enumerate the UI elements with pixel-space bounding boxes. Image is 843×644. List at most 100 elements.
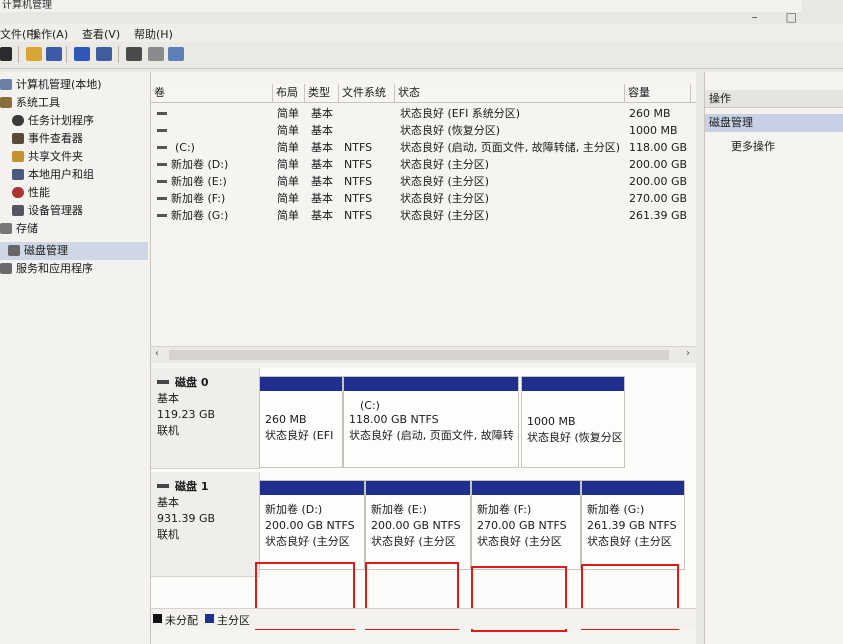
partition-e[interactable]: 新加卷 (E:) 200.00 GB NTFS 状态良好 (主分区 bbox=[365, 480, 471, 570]
volume-icon bbox=[157, 129, 167, 132]
legend: 未分配 主分区 bbox=[151, 608, 696, 629]
menu-help[interactable]: 帮助(H) bbox=[134, 26, 173, 42]
tree-item-storage[interactable]: 存储 bbox=[0, 220, 38, 238]
scroll-left-icon[interactable]: ‹ bbox=[155, 348, 159, 359]
table-row[interactable]: 简单 基本 状态良好 (EFI 系统分区) 260 MB bbox=[151, 106, 696, 122]
scrollbar-thumb[interactable] bbox=[169, 350, 669, 360]
partition-f[interactable]: 新加卷 (F:) 270.00 GB NTFS 状态良好 (主分区 bbox=[471, 480, 581, 570]
performance-icon bbox=[12, 187, 24, 198]
table-row[interactable]: 新加卷 (D:) 简单 基本 NTFS 状态良好 (主分区) 200.00 GB bbox=[151, 157, 696, 173]
menu-view[interactable]: 查看(V) bbox=[82, 26, 120, 42]
column-layout[interactable]: 布局 bbox=[273, 84, 305, 102]
partition-bar bbox=[344, 377, 518, 391]
horizontal-scrollbar[interactable]: ‹ › bbox=[151, 346, 696, 363]
table-row[interactable]: 新加卷 (F:) 简单 基本 NTFS 状态良好 (主分区) 270.00 GB bbox=[151, 191, 696, 207]
show-hide-tree-icon[interactable] bbox=[46, 47, 62, 61]
disk-management-pane: 卷 布局 类型 文件系统 状态 容量 简单 基本 状态良好 (EFI 系统分区)… bbox=[151, 72, 696, 644]
window-controls: –□ bbox=[752, 10, 825, 24]
navigation-tree: 计算机管理(本地) 系统工具 任务计划程序 事件查看器 共享文件夹 本地用户和组… bbox=[0, 72, 151, 644]
partition-g[interactable]: 新加卷 (G:) 261.39 GB NTFS 状态良好 (主分区 bbox=[581, 480, 685, 570]
details-icon[interactable] bbox=[168, 47, 184, 61]
tree-item-event-viewer[interactable]: 事件查看器 bbox=[12, 130, 83, 148]
legend-primary: 主分区 bbox=[217, 614, 250, 627]
column-capacity[interactable]: 容量 bbox=[625, 84, 691, 102]
tree-item-device-manager[interactable]: 设备管理器 bbox=[12, 202, 83, 220]
storage-icon bbox=[0, 223, 12, 234]
help-icon[interactable] bbox=[74, 47, 90, 61]
disk-kind: 基本 bbox=[157, 496, 179, 509]
shared-folder-icon bbox=[12, 151, 24, 162]
volume-icon bbox=[157, 197, 167, 200]
volume-icon bbox=[157, 163, 167, 166]
partition-c[interactable]: (C:) 118.00 GB NTFS 状态良好 (启动, 页面文件, 故障转 bbox=[343, 376, 519, 468]
partition-recovery[interactable]: 1000 MB 状态良好 (恢复分区 bbox=[521, 376, 625, 468]
disk-state: 联机 bbox=[157, 528, 179, 541]
actions-pane: 操作 磁盘管理 更多操作 bbox=[704, 72, 843, 644]
tools-icon bbox=[0, 97, 12, 108]
tree-item-shared-folders[interactable]: 共享文件夹 bbox=[12, 148, 83, 166]
disk-kind: 基本 bbox=[157, 392, 179, 405]
toolbar bbox=[0, 42, 843, 69]
properties-icon[interactable] bbox=[96, 47, 112, 61]
tree-item-services-apps[interactable]: 服务和应用程序 bbox=[0, 260, 93, 278]
column-type[interactable]: 类型 bbox=[305, 84, 339, 102]
column-status[interactable]: 状态 bbox=[395, 84, 625, 102]
screen: 计算机管理 –□ 文件(F) 操作(A) 查看(V) 帮助(H) 计算机管理(本… bbox=[0, 0, 843, 644]
partition-bar bbox=[260, 377, 342, 391]
column-volume[interactable]: 卷 bbox=[151, 84, 273, 102]
toolbar-divider bbox=[118, 46, 119, 63]
users-icon bbox=[12, 169, 24, 180]
volume-icon bbox=[157, 180, 167, 183]
menu-bar: 文件(F) 操作(A) 查看(V) 帮助(H) bbox=[0, 24, 843, 42]
table-row[interactable]: 简单 基本 状态良好 (恢复分区) 1000 MB bbox=[151, 123, 696, 139]
disk-0-label[interactable]: 磁盘 0 基本 119.23 GB 联机 bbox=[151, 368, 260, 469]
partition-efi[interactable]: 260 MB 状态良好 (EFI bbox=[259, 376, 343, 468]
unallocated-swatch bbox=[153, 614, 162, 623]
disk-state: 联机 bbox=[157, 424, 179, 437]
window-title: 计算机管理 bbox=[0, 0, 802, 12]
disk-size: 119.23 GB bbox=[157, 408, 216, 421]
tree-item-performance[interactable]: 性能 bbox=[12, 184, 50, 202]
disk-1-label[interactable]: 磁盘 1 基本 931.39 GB 联机 bbox=[151, 472, 260, 577]
disk-icon bbox=[157, 380, 169, 384]
volume-icon bbox=[157, 214, 167, 217]
tree-item-system-tools[interactable]: 系统工具 bbox=[0, 94, 60, 112]
partition-bar bbox=[366, 481, 470, 495]
disk-management-icon bbox=[8, 245, 20, 256]
disk-name: 磁盘 1 bbox=[175, 480, 209, 493]
forward-icon[interactable] bbox=[0, 47, 12, 61]
toolbar-divider bbox=[18, 46, 19, 63]
event-viewer-icon bbox=[12, 133, 24, 144]
menu-action[interactable]: 操作(A) bbox=[30, 26, 68, 42]
partition-bar bbox=[472, 481, 580, 495]
toolbar-divider bbox=[66, 46, 67, 63]
column-filesystem[interactable]: 文件系统 bbox=[339, 84, 395, 102]
table-row[interactable]: 新加卷 (G:) 简单 基本 NTFS 状态良好 (主分区) 261.39 GB bbox=[151, 208, 696, 224]
tree-item-disk-management[interactable]: 磁盘管理 bbox=[0, 242, 148, 260]
tree-item-local-users[interactable]: 本地用户和组 bbox=[12, 166, 94, 184]
volume-table-header: 卷 布局 类型 文件系统 状态 容量 bbox=[151, 84, 696, 103]
folder-up-icon[interactable] bbox=[26, 47, 42, 61]
disk-name: 磁盘 0 bbox=[175, 376, 209, 389]
actions-header: 操作 bbox=[705, 90, 843, 108]
more-actions-link[interactable]: 更多操作 bbox=[731, 138, 775, 154]
volume-icon bbox=[157, 146, 167, 149]
partition-d[interactable]: 新加卷 (D:) 200.00 GB NTFS 状态良好 (主分区 bbox=[259, 480, 365, 570]
maximize-icon[interactable]: □ bbox=[786, 10, 825, 24]
tree-item-computer-management[interactable]: 计算机管理(本地) bbox=[0, 76, 102, 94]
table-row[interactable]: (C:) 简单 基本 NTFS 状态良好 (启动, 页面文件, 故障转储, 主分… bbox=[151, 140, 696, 156]
disk-graphical-view: 磁盘 0 基本 119.23 GB 联机 260 MB 状态良好 (EFI (C… bbox=[151, 368, 696, 632]
tree-item-task-scheduler[interactable]: 任务计划程序 bbox=[12, 112, 94, 130]
table-row[interactable]: 新加卷 (E:) 简单 基本 NTFS 状态良好 (主分区) 200.00 GB bbox=[151, 174, 696, 190]
disk-icon bbox=[157, 484, 169, 488]
services-icon bbox=[0, 263, 12, 274]
check-icon[interactable] bbox=[148, 47, 164, 61]
legend-unallocated: 未分配 bbox=[165, 614, 198, 627]
volume-icon bbox=[157, 112, 167, 115]
connect-icon[interactable] bbox=[126, 47, 142, 61]
minimize-icon[interactable]: – bbox=[752, 10, 786, 24]
partition-bar bbox=[522, 377, 624, 391]
primary-swatch bbox=[205, 614, 214, 623]
actions-section-disk-management[interactable]: 磁盘管理 bbox=[705, 114, 843, 132]
scroll-right-icon[interactable]: › bbox=[686, 348, 690, 359]
